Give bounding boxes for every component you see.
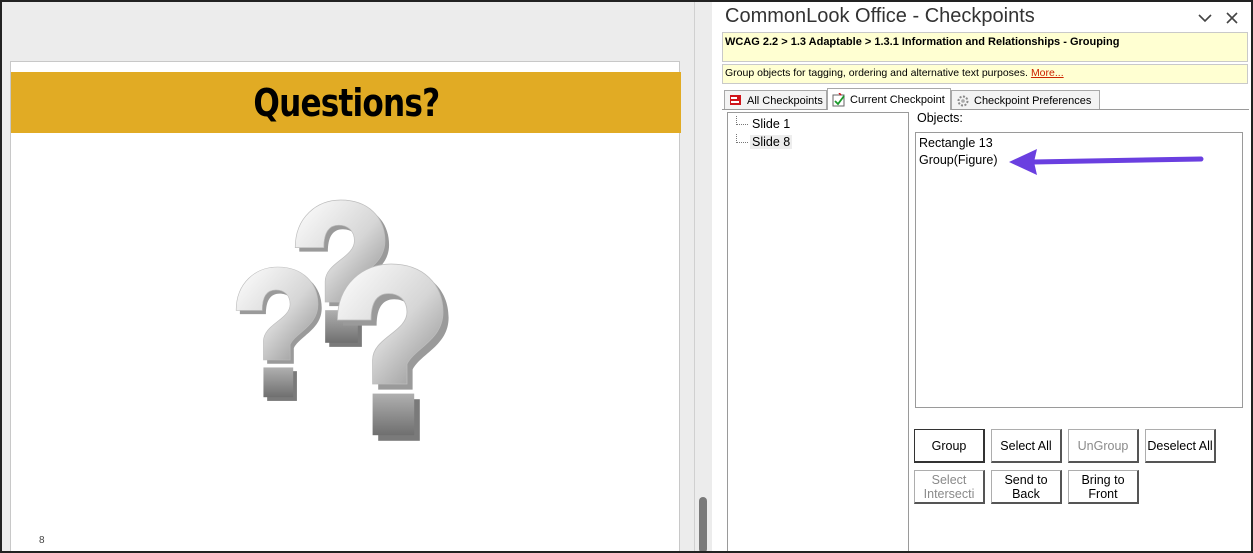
checklist-icon <box>831 91 847 107</box>
tab-all-checkpoints[interactable]: All Checkpoints <box>724 90 827 110</box>
chevron-down-icon[interactable] <box>1194 8 1216 28</box>
tree-item-slide-1[interactable]: Slide 1 <box>736 115 792 131</box>
question-mark-large <box>336 263 449 441</box>
tab-current-checkpoint[interactable]: Current Checkpoint <box>827 88 951 110</box>
pane-title: CommonLook Office - Checkpoints <box>725 5 1035 27</box>
objects-label: Objects: <box>917 111 963 125</box>
group-button[interactable]: Group <box>914 429 985 463</box>
object-item-rectangle-13[interactable]: Rectangle 13 <box>919 136 993 150</box>
question-mark-small <box>235 266 322 401</box>
slide-number: 8 <box>39 535 45 546</box>
flag-icon <box>728 94 744 108</box>
tree-item-slide-8[interactable]: Slide 8 <box>736 133 793 149</box>
ungroup-button[interactable]: UnGroup <box>1068 429 1139 463</box>
slide-title[interactable]: Questions? <box>253 81 440 125</box>
tab-underline <box>722 109 1249 110</box>
select-all-button[interactable]: Select All <box>991 429 1062 463</box>
tab-label: Checkpoint Preferences <box>974 94 1092 107</box>
gear-icon <box>955 94 971 108</box>
bring-to-front-button[interactable]: Bring to Front <box>1068 470 1139 504</box>
checkpoint-description: Group objects for tagging, ordering and … <box>722 64 1248 84</box>
send-to-back-button[interactable]: Send to Back <box>991 470 1062 504</box>
checkpoints-pane: CommonLook Office - Checkpoints WCAG 2.2… <box>712 2 1251 551</box>
app-window: Questions? 8 CommonLook Office - Checkpo… <box>0 0 1253 553</box>
select-intersecting-button[interactable]: Select Intersecti <box>914 470 985 504</box>
tree-item-label: Slide 1 <box>752 117 791 131</box>
deselect-all-button[interactable]: Deselect All <box>1145 429 1216 463</box>
slide-canvas[interactable]: Questions? 8 <box>10 61 681 551</box>
tab-checkpoint-preferences[interactable]: Checkpoint Preferences <box>951 90 1100 110</box>
slide-title-banner: Questions? <box>11 72 681 133</box>
slide-editor: Questions? 8 <box>2 2 694 551</box>
editor-scrollbar[interactable] <box>694 2 712 551</box>
checkpoint-breadcrumb: WCAG 2.2 > 1.3 Adaptable > 1.3.1 Informa… <box>722 32 1248 62</box>
tree-branch-line <box>736 133 748 143</box>
annotation-arrow-icon <box>1009 149 1204 175</box>
more-link[interactable]: More... <box>1031 67 1064 79</box>
tab-bar: All Checkpoints Current Checkpoint Check… <box>724 88 1249 110</box>
object-item-group-figure[interactable]: Group(Figure) <box>919 153 998 167</box>
slide-tree[interactable]: Slide 1 Slide 8 <box>727 112 909 551</box>
close-icon[interactable] <box>1221 8 1243 28</box>
tree-branch-line <box>736 115 748 125</box>
scrollbar-thumb[interactable] <box>699 497 707 551</box>
tab-label: Current Checkpoint <box>850 93 945 106</box>
tree-item-label: Slide 8 <box>750 135 793 149</box>
question-marks-image[interactable] <box>211 192 471 492</box>
description-text: Group objects for tagging, ordering and … <box>725 67 1028 79</box>
tab-label: All Checkpoints <box>747 94 823 107</box>
